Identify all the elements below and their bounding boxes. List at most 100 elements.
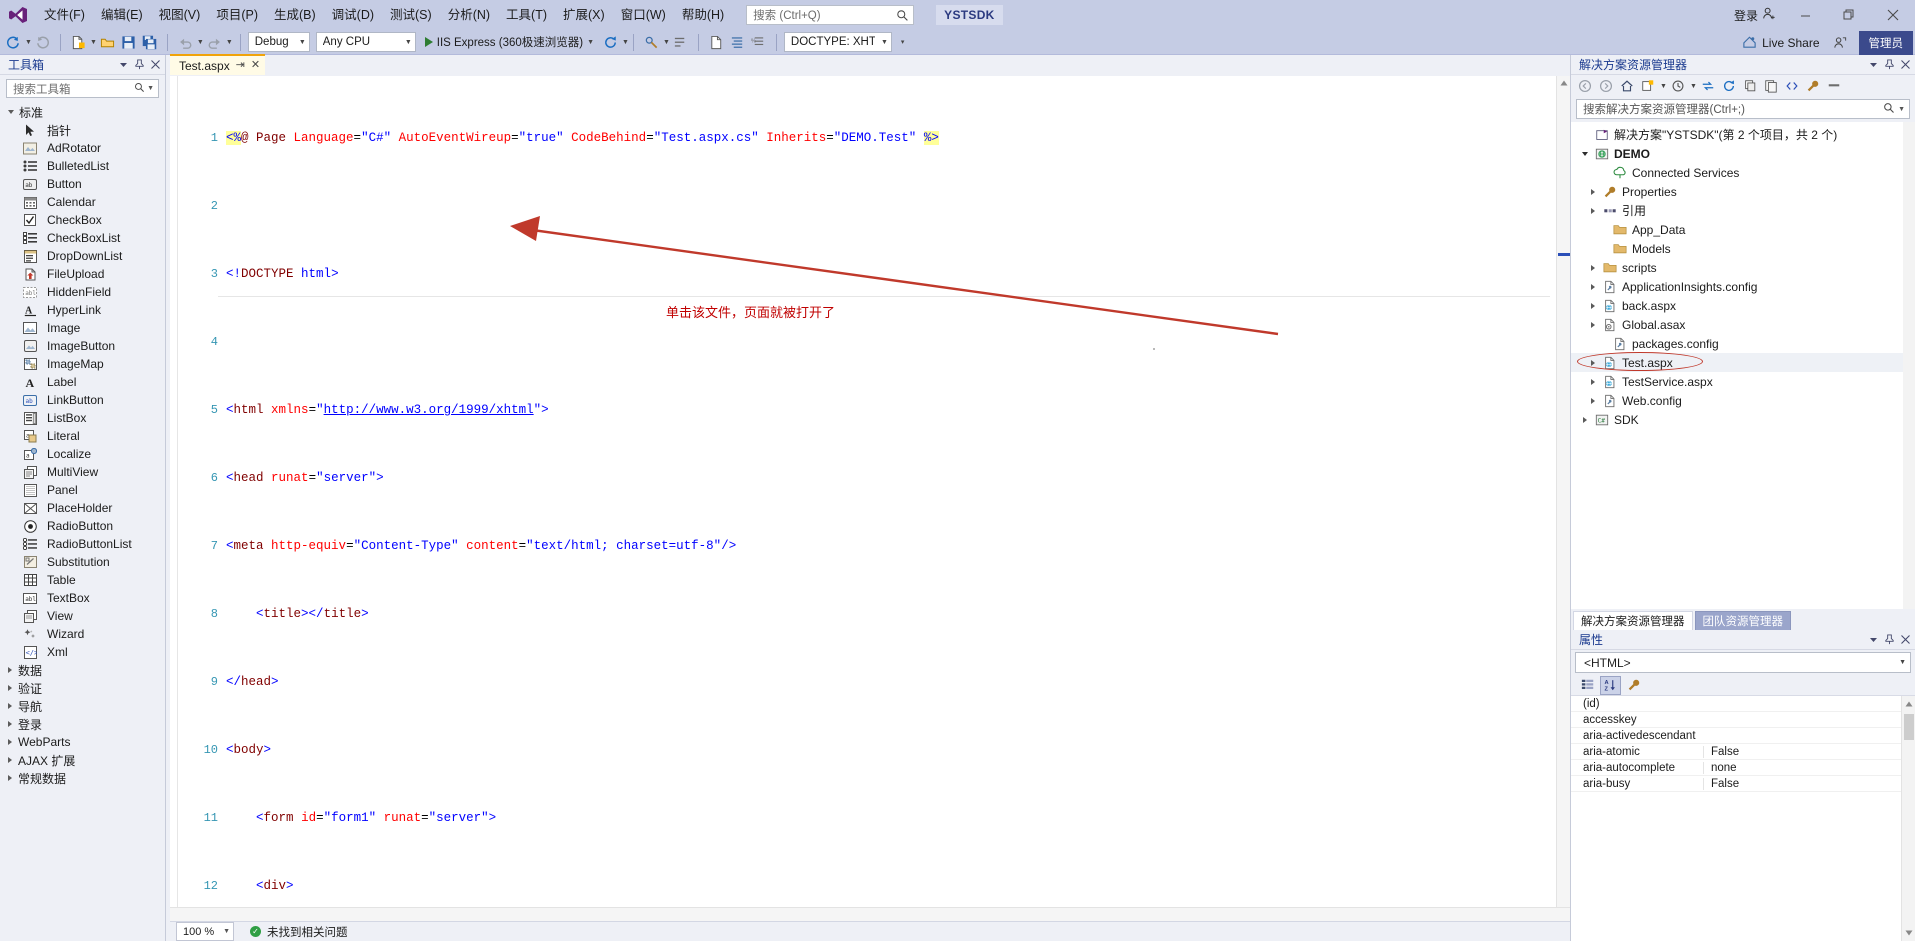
categorized-view-button[interactable] [1577,676,1598,695]
toolbox-item-xml[interactable]: </> Xml [0,643,165,661]
menu-item-analyze[interactable]: 分析(N) [440,2,498,28]
show-all-files-icon[interactable] [1761,77,1781,96]
comment-selection-button[interactable]: % [748,32,769,53]
new-file-button[interactable] [706,32,727,53]
format-document-button[interactable] [727,32,748,53]
maximize-restore-button[interactable] [1827,0,1871,30]
toolbox-item-button[interactable]: ab Button [0,175,165,193]
toolbox-category-standard[interactable]: 标准 [0,103,165,121]
close-icon[interactable]: ✕ [251,60,260,71]
tree-item-sdk[interactable]: C# SDK [1571,410,1903,429]
toolbox-item-fileupload[interactable]: FileUpload [0,265,165,283]
undo-button[interactable] [175,32,196,53]
solution-explorer-pin-icon[interactable] [1881,57,1897,73]
property-row[interactable]: aria-atomic False [1571,744,1901,760]
scroll-down-icon[interactable] [1902,926,1915,940]
menu-item-edit[interactable]: 编辑(E) [93,2,151,28]
collapse-all-icon[interactable] [1740,77,1760,96]
tree-twisty[interactable] [1585,264,1601,271]
toolbox-item-label[interactable]: A Label [0,373,165,391]
step-tools-button[interactable] [670,32,691,53]
solution-explorer-search-input[interactable]: 搜索解决方案资源管理器(Ctrl+;) ▼ [1576,99,1910,119]
save-all-button[interactable] [139,32,160,53]
start-debugging-button[interactable]: IIS Express (360极速浏览器) ▼ [419,32,600,53]
tree-item-test-aspx[interactable]: Test.aspx [1571,352,1903,372]
tree-item-scripts[interactable]: scripts [1571,258,1903,277]
redo-button[interactable] [204,32,225,53]
sync-icon[interactable] [1698,77,1718,96]
properties-scrollbar[interactable] [1901,696,1915,941]
tab-solution-explorer[interactable]: 解决方案资源管理器 [1573,611,1693,630]
property-row[interactable]: aria-activedescendant [1571,728,1901,744]
menu-item-window[interactable]: 窗口(W) [613,2,674,28]
solution-explorer-close-icon[interactable] [1897,57,1913,73]
toolbox-item-dropdownlist[interactable]: DropDownList [0,247,165,265]
forward-icon[interactable] [1596,77,1616,96]
toolbox-item-localize[interactable]: a Localize [0,445,165,463]
property-value[interactable]: False [1703,745,1901,758]
toolbox-item-calendar[interactable]: Calendar [0,193,165,211]
toolbox-item-view[interactable]: View [0,607,165,625]
chevron-down-icon[interactable]: ▼ [1690,83,1697,90]
alphabetical-view-button[interactable]: AZ [1600,675,1621,695]
tree-item-app-data[interactable]: App_Data [1571,220,1903,239]
undo-dropdown-icon[interactable]: ▼ [197,39,204,46]
tree-item-testservice-aspx[interactable]: TestService.aspx [1571,372,1903,391]
live-share-button[interactable]: Live Share [1734,32,1827,53]
properties-close-icon[interactable] [1897,632,1913,648]
scroll-up-icon[interactable] [1558,78,1570,88]
toolbox-category-login[interactable]: 登录 [0,715,165,733]
toolbox-category-navigation[interactable]: 导航 [0,697,165,715]
debug-settings-button[interactable] [641,32,662,53]
property-value[interactable]: none [1703,761,1901,774]
properties-object-combo[interactable]: <HTML> ▼ [1575,652,1911,673]
tree-twisty[interactable] [1585,207,1601,214]
tree-twisty[interactable] [1585,359,1601,366]
chevron-down-icon[interactable]: ▼ [1660,83,1667,90]
toolbox-item-hyperlink[interactable]: A HyperLink [0,301,165,319]
tree-item-back-aspx[interactable]: back.aspx [1571,296,1903,315]
toolbox-pin-icon[interactable] [131,57,147,73]
tree-twisty[interactable] [1585,397,1601,404]
toolbar-overflow-icon[interactable]: ▾ [901,39,905,46]
pending-history-icon[interactable] [1668,77,1688,96]
minimize-button[interactable] [1783,0,1827,30]
tree-item-applicationinsights-config[interactable]: ApplicationInsights.config [1571,277,1903,296]
menu-item-project[interactable]: 项目(P) [208,2,266,28]
tree-twisty[interactable] [1577,416,1593,423]
property-value[interactable]: False [1703,777,1901,790]
navigate-backward-button[interactable] [3,32,24,53]
toolbox-item-substitution[interactable]: Substitution [0,553,165,571]
redo-dropdown-icon[interactable]: ▼ [226,39,233,46]
close-button[interactable] [1871,0,1915,30]
tree-item-connected-services[interactable]: Connected Services [1571,163,1903,182]
code-editor[interactable]: 1 <%@ Page Language="C#" AutoEventWireup=… [178,76,1556,907]
toolbox-item-literal[interactable]: a Literal [0,427,165,445]
menu-item-test[interactable]: 测试(S) [382,2,440,28]
tree-item-properties[interactable]: Properties [1571,182,1903,201]
toolbox-item-radiobuttonlist[interactable]: RadioButtonList [0,535,165,553]
toolbox-item-checkboxlist[interactable]: CheckBoxList [0,229,165,247]
toolbox-item-linkbutton[interactable]: ab LinkButton [0,391,165,409]
toolbox-item-radiobutton[interactable]: RadioButton [0,517,165,535]
tree-twisty[interactable] [1585,302,1601,309]
toolbox-item-listbox[interactable]: ListBox [0,409,165,427]
tree-item-web-config[interactable]: Web.config [1571,391,1903,410]
debug-settings-dropdown-icon[interactable]: ▼ [663,39,670,46]
toolbox-category-webparts[interactable]: WebParts [0,733,165,751]
toolbox-category-general[interactable]: 常规数据 [0,769,165,787]
menu-item-help[interactable]: 帮助(H) [674,2,732,28]
properties-pin-icon[interactable] [1881,632,1897,648]
tree-twisty[interactable] [1585,378,1601,385]
toolbox-item-bulletedlist[interactable]: BulletedList [0,157,165,175]
doctype-combo[interactable]: DOCTYPE: XHTML5 ▼ [783,32,892,52]
toolbox-category-validation[interactable]: 验证 [0,679,165,697]
quick-search-input[interactable]: 搜索 (Ctrl+Q) [746,5,915,25]
tree-twisty[interactable] [1585,321,1601,328]
toolbox-category-data[interactable]: 数据 [0,661,165,679]
menu-item-tools[interactable]: 工具(T) [498,2,555,28]
toolbox-item-panel[interactable]: Panel [0,481,165,499]
sign-in-button[interactable]: 登录 [1728,6,1783,24]
menu-item-view[interactable]: 视图(V) [151,2,209,28]
toolbox-search-input[interactable]: 搜索工具箱 ▼ [6,79,159,98]
